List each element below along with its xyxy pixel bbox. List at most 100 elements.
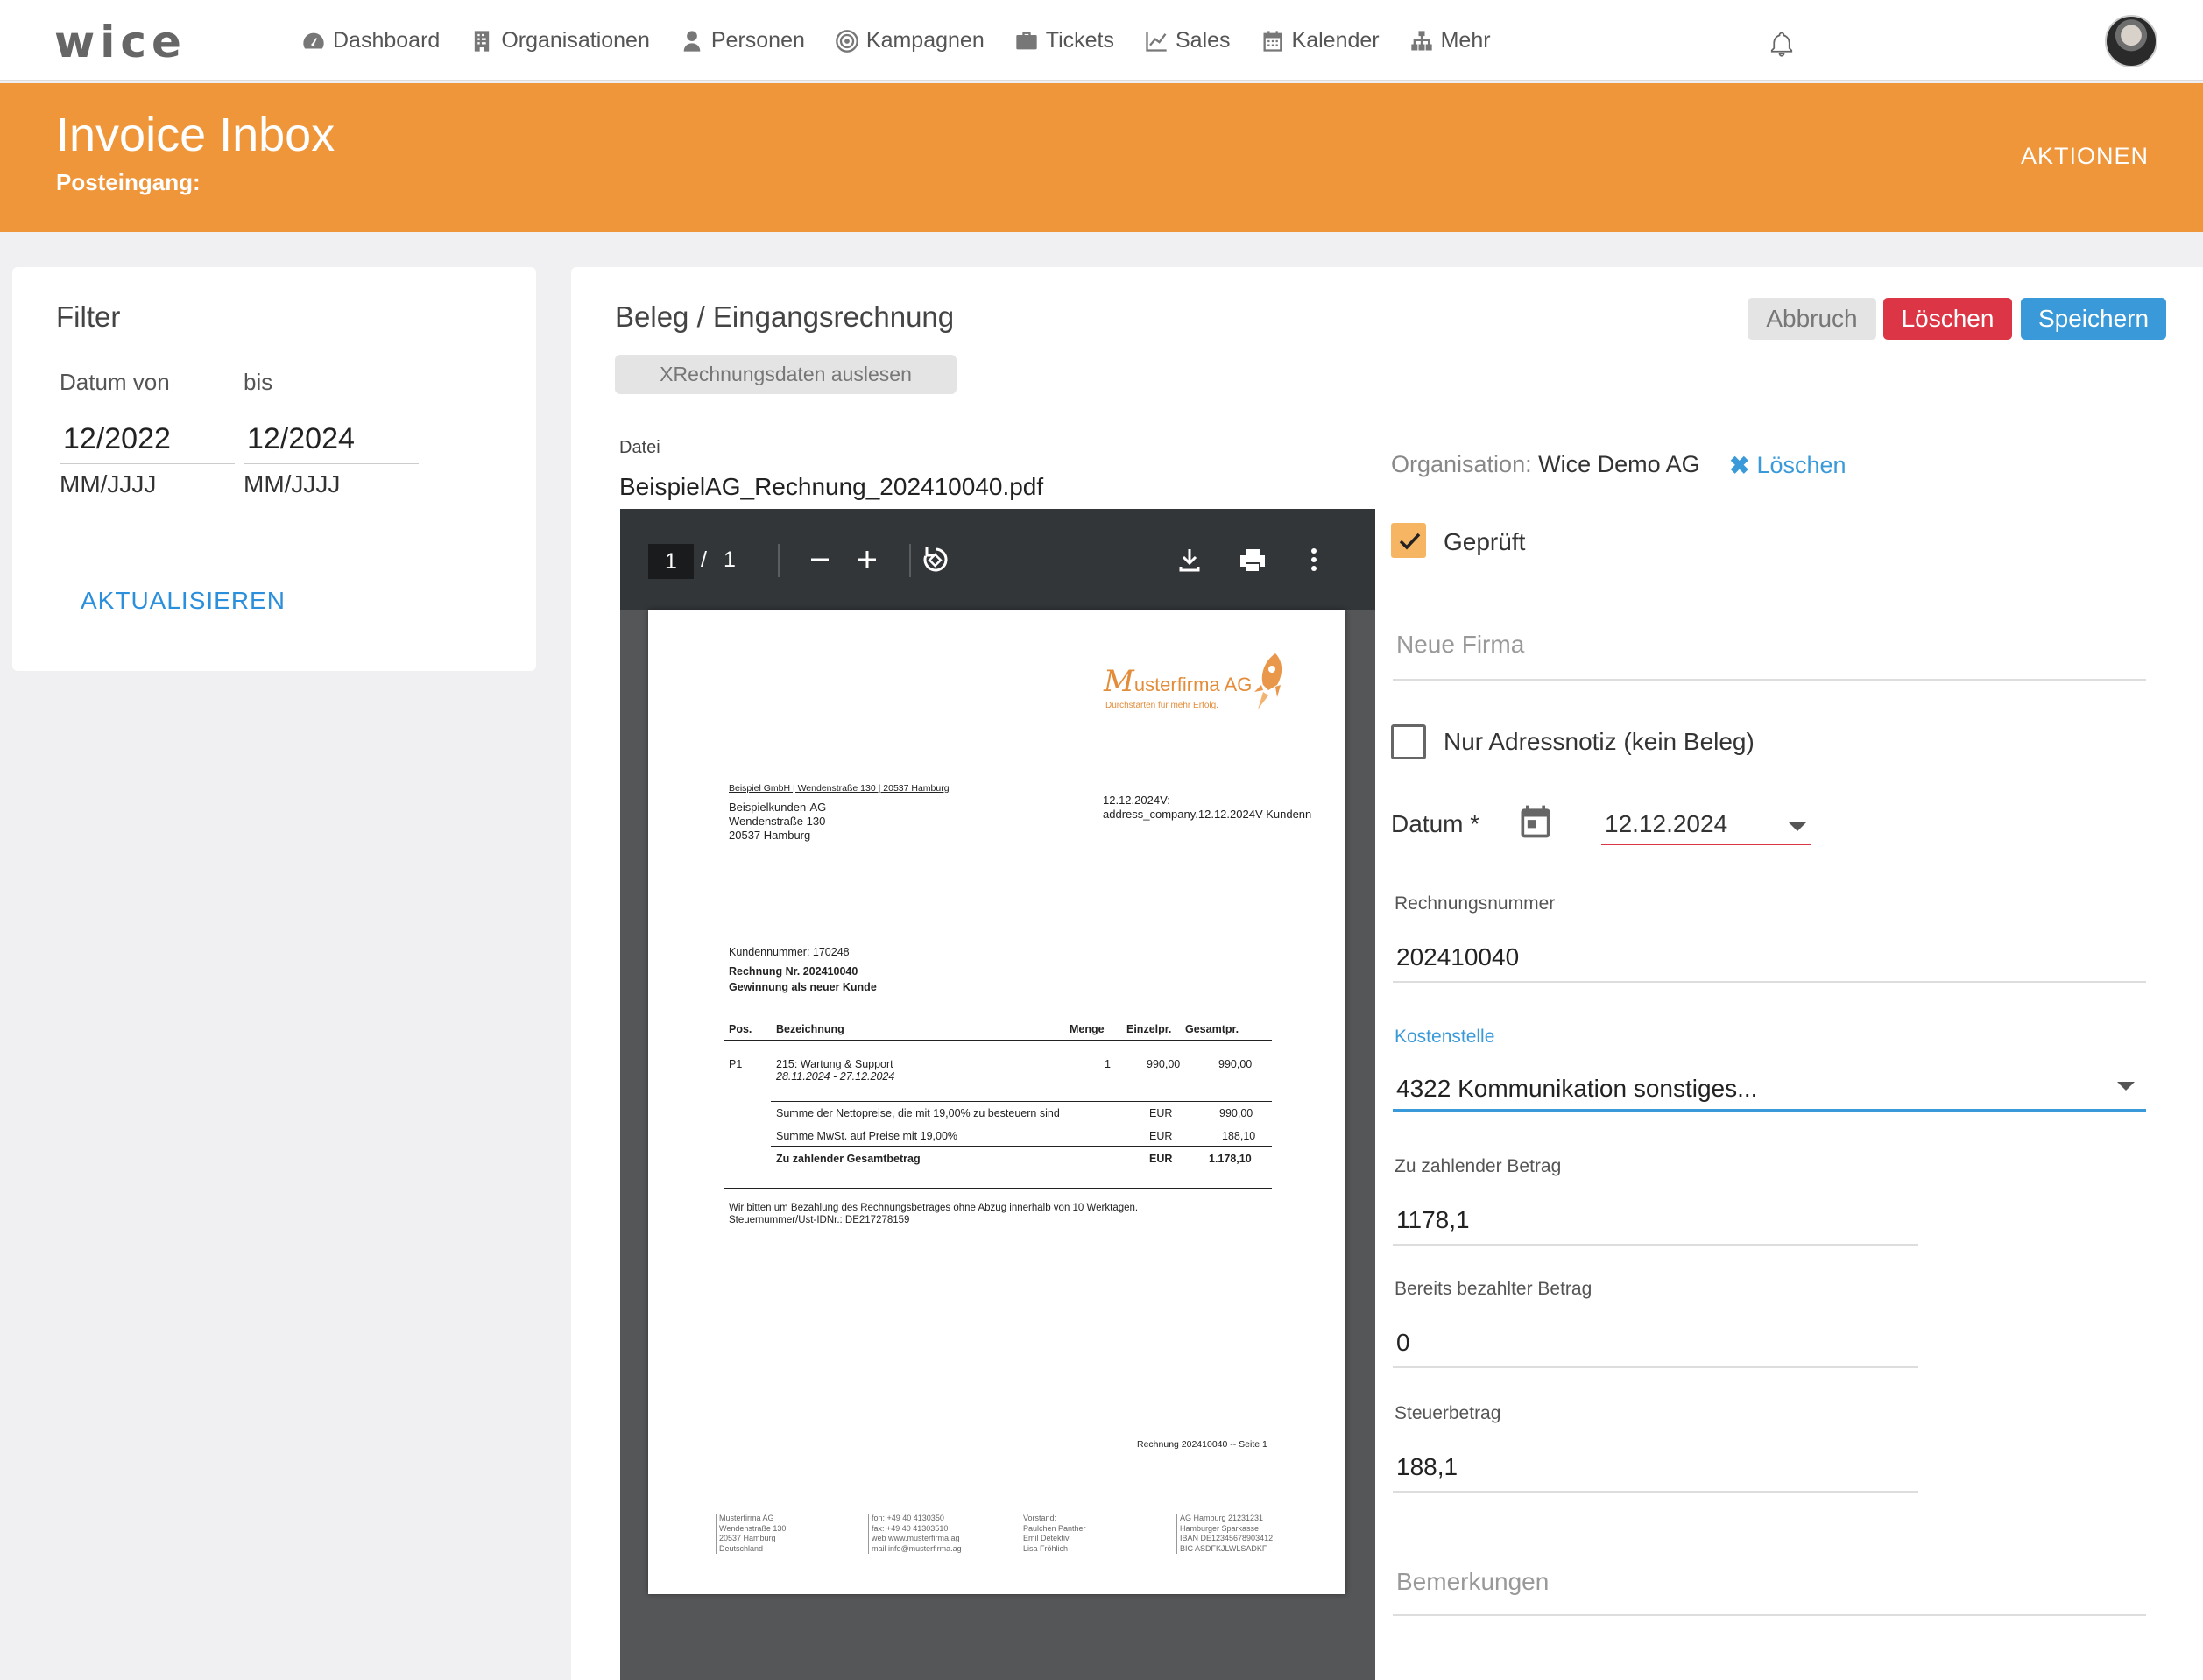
date-to-label: bis <box>244 369 273 395</box>
item-total-price: 990,00 <box>1218 1058 1253 1070</box>
footer-bank-line: IBAN DE12345678903412 <box>1180 1534 1274 1542</box>
document-title: Beleg / Eingangsrechnung <box>615 300 955 333</box>
col-quantity: Menge <box>1070 1023 1105 1035</box>
user-avatar[interactable] <box>2105 15 2157 67</box>
bell-icon[interactable] <box>1769 31 1795 57</box>
briefcase-icon <box>1016 32 1037 49</box>
save-button[interactable]: Speichern <box>2021 298 2166 340</box>
read-xrechnung-button[interactable]: XRechnungsdaten auslesen <box>615 355 957 394</box>
sitemap-icon <box>1410 30 1432 50</box>
print-icon[interactable] <box>1235 542 1270 577</box>
footer-board-line: Paulchen Panther <box>1023 1523 1086 1533</box>
nav-tickets[interactable]: Tickets <box>1014 28 1114 53</box>
nav-kampagnen-label: Kampagnen <box>865 28 985 53</box>
nav-personen[interactable]: Personen <box>680 28 805 53</box>
paid-amount-input[interactable]: 0 <box>1393 1309 1918 1368</box>
zoom-out-icon[interactable] <box>802 542 837 577</box>
footer-contact-line: fax: +49 40 41303510 <box>872 1523 949 1533</box>
item-quantity: 1 <box>1105 1058 1111 1070</box>
page-separator: / <box>701 547 707 572</box>
nav-kalender[interactable]: Kalender <box>1260 28 1380 53</box>
tax-amount-label: Steuerbetrag <box>1395 1403 1501 1423</box>
sum-rule-mid <box>771 1146 1272 1147</box>
person-icon <box>683 30 701 52</box>
refresh-button[interactable]: AKTUALISIEREN <box>81 587 286 615</box>
footer-board-line: Lisa Fröhlich <box>1023 1543 1069 1553</box>
table-bottom-rule <box>724 1188 1272 1189</box>
footer-company-line: Wendenstraße 130 <box>719 1523 787 1533</box>
date-to-input[interactable]: 12/2024 <box>244 412 419 464</box>
payment-note: Wir bitten um Bezahlung des Rechnungsbet… <box>729 1203 1139 1213</box>
sum-total-label: Zu zahlender Gesamtbetrag <box>776 1153 921 1165</box>
footer-company-line: Musterfirma AG <box>719 1514 774 1522</box>
footer-company: Musterfirma AG Wendenstraße 130 20537 Ha… <box>716 1514 786 1554</box>
amount-due-label: Zu zahlender Betrag <box>1395 1156 1562 1176</box>
table-header-rule <box>724 1040 1272 1041</box>
close-icon: ✖ <box>1729 452 1750 479</box>
sum-vat-value: 188,10 <box>1222 1130 1256 1142</box>
new-company-input[interactable]: Neue Firma <box>1393 622 2146 681</box>
tax-id-note: Steuernummer/Ust-IDNr.: DE217278159 <box>729 1215 910 1225</box>
date-from-hint: MM/JJJJ <box>60 470 157 498</box>
nav-tickets-label: Tickets <box>1045 28 1114 53</box>
doc-date-line-2: address_company.12.12.2024V-Kundenn <box>1103 808 1312 821</box>
col-total-price: Gesamtpr. <box>1185 1023 1239 1035</box>
footer-bank-line: AG Hamburg 21231231 <box>1180 1514 1264 1522</box>
rotate-icon[interactable] <box>918 542 953 577</box>
sum-net-currency: EUR <box>1149 1107 1173 1119</box>
remarks-input[interactable]: Bemerkungen <box>1393 1559 2146 1616</box>
logo-initial: M <box>1104 664 1134 699</box>
main-menu: Dashboard Organisationen Personen Kampag… <box>301 0 1521 81</box>
calendar-icon <box>1263 30 1282 52</box>
date-to-hint: MM/JJJJ <box>244 470 341 498</box>
pdf-viewer[interactable]: 1 / 1 Musterfirma AG Durchstarten für me… <box>620 509 1375 1680</box>
invoice-number-input[interactable]: 202410040 <box>1393 924 2146 983</box>
actions-menu-button[interactable]: AKTIONEN <box>2021 143 2149 170</box>
checked-checkbox[interactable] <box>1391 523 1426 558</box>
organisation-value[interactable]: Wice Demo AG <box>1538 451 1700 477</box>
nav-dashboard-label: Dashboard <box>333 28 441 53</box>
delete-button[interactable]: Löschen <box>1883 298 2012 340</box>
date-value: 12.12.2024 <box>1605 810 1728 837</box>
cost-center-select[interactable]: 4322 Kommunikation sonstiges... <box>1393 1055 2146 1112</box>
more-options-icon[interactable] <box>1296 542 1331 577</box>
doc-date-line-1: 12.12.2024V: <box>1103 794 1170 807</box>
recipient-line-2: Wendenstraße 130 <box>729 815 826 828</box>
organisation-delete-link[interactable]: ✖ Löschen <box>1729 451 1846 480</box>
sum-total-value: 1.178,10 <box>1209 1153 1252 1165</box>
date-label: Datum * <box>1391 810 1480 837</box>
page-subtitle: Posteingang: <box>56 169 201 195</box>
nav-kalender-label: Kalender <box>1291 28 1380 53</box>
tax-amount-input[interactable]: 188,1 <box>1393 1434 1918 1493</box>
cancel-button[interactable]: Abbruch <box>1748 298 1876 340</box>
document-panel: Beleg / Eingangsrechnung XRechnungsdaten… <box>571 267 2203 1680</box>
zoom-in-icon[interactable] <box>850 542 885 577</box>
logo-slogan: Durchstarten für mehr Erfolg. <box>1105 701 1218 710</box>
sum-vat-currency: EUR <box>1149 1130 1173 1142</box>
date-from-input[interactable]: 12/2022 <box>60 412 235 464</box>
page-number-input[interactable]: 1 <box>648 544 694 579</box>
calendar-icon[interactable] <box>1516 802 1555 841</box>
nav-kampagnen[interactable]: Kampagnen <box>835 28 985 53</box>
amount-due-input[interactable]: 1178,1 <box>1393 1187 1918 1246</box>
address-note-checkbox[interactable] <box>1391 724 1426 759</box>
col-unit-price: Einzelpr. <box>1126 1023 1172 1035</box>
nav-dashboard[interactable]: Dashboard <box>301 28 440 53</box>
nav-mehr[interactable]: Mehr <box>1409 28 1491 53</box>
organisation-label: Organisation: <box>1391 451 1539 477</box>
pdf-page: Musterfirma AG Durchstarten für mehr Erf… <box>648 610 1345 1594</box>
footer-contact-line: web www.musterfirma.ag <box>872 1534 960 1542</box>
logo-name: usterfirma AG <box>1133 674 1253 695</box>
recipient-line-1: Beispielkunden-AG <box>729 801 827 814</box>
wice-logo[interactable]: wice <box>54 20 187 64</box>
item-unit-price: 990,00 <box>1147 1058 1181 1070</box>
date-select[interactable]: 12.12.2024 <box>1601 793 1811 845</box>
pdf-toolbar: 1 / 1 <box>620 509 1375 610</box>
nav-sales[interactable]: Sales <box>1144 28 1231 53</box>
download-icon[interactable] <box>1172 542 1207 577</box>
footer-bank: AG Hamburg 21231231 Hamburger Sparkasse … <box>1176 1514 1273 1554</box>
sum-vat-label: Summe MwSt. auf Preise mit 19,00% <box>776 1130 958 1142</box>
invoice-number: Rechnung Nr. 202410040 <box>729 965 858 978</box>
nav-organisationen[interactable]: Organisationen <box>470 28 650 53</box>
file-name[interactable]: BeispielAG_Rechnung_202410040.pdf <box>619 473 1043 501</box>
